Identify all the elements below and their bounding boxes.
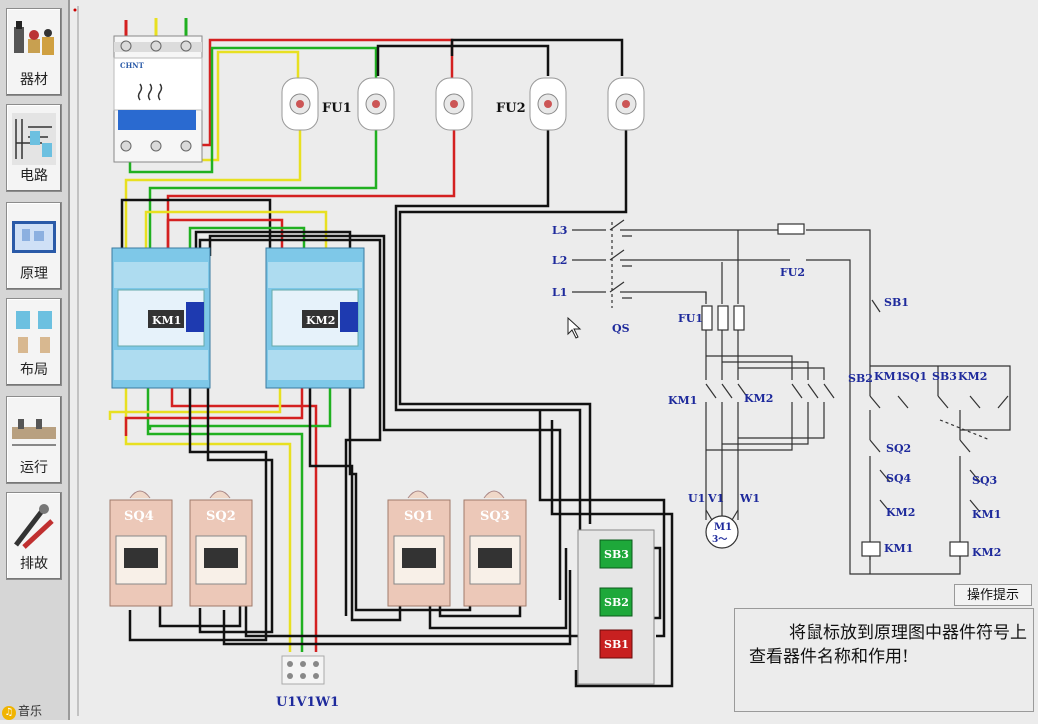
- fu2-label: FU2: [496, 101, 526, 116]
- fuse-2b: [607, 77, 645, 131]
- contactor-km2[interactable]: KM2: [265, 247, 365, 389]
- sb2-label: SB2: [604, 596, 629, 609]
- terminal-u1-label[interactable]: U1: [688, 492, 705, 505]
- sb1-label: SB1: [604, 638, 629, 651]
- breaker-brand: CHNT: [120, 61, 145, 70]
- km1-interlock-label[interactable]: KM1: [972, 508, 1001, 521]
- motor-phase-label: 3～: [712, 535, 727, 545]
- sb3-label: SB3: [604, 548, 629, 561]
- sb3-symbol-label[interactable]: SB3: [932, 370, 957, 383]
- km1-label: KM1: [152, 314, 181, 327]
- sidebar-item-label: 原理: [20, 266, 48, 282]
- km1-symbol-label[interactable]: KM1: [668, 394, 697, 407]
- sidebar-item-label: 器材: [20, 72, 48, 88]
- fuse-1c: [435, 77, 473, 131]
- fuse-1a: [281, 77, 319, 131]
- sidebar-item-equipment[interactable]: 器材: [6, 8, 62, 96]
- motor-terminal-label: U1V1W1: [276, 695, 339, 710]
- fu2-symbol: [777, 223, 805, 235]
- km2-coil-label[interactable]: KM2: [972, 546, 1001, 559]
- qs-label[interactable]: QS: [612, 322, 630, 335]
- operation-tip-panel: 将鼠标放到原理图中器件符号上查看器件名称和作用!: [734, 608, 1034, 712]
- line-l2-label[interactable]: L2: [552, 254, 567, 267]
- music-toggle[interactable]: ♫ 音乐: [2, 702, 42, 720]
- sidebar-item-label: 排故: [20, 556, 48, 572]
- sidebar-item-label: 布局: [20, 362, 48, 378]
- button-sb3[interactable]: SB3: [599, 539, 633, 569]
- button-sb2[interactable]: SB2: [599, 587, 633, 617]
- line-l1-label[interactable]: L1: [552, 286, 567, 299]
- sidebar-item-circuit[interactable]: 电路: [6, 104, 62, 192]
- layout-icon: [16, 311, 52, 353]
- limit-switch-sq3[interactable]: SQ3: [463, 490, 527, 607]
- fu2-symbol-label[interactable]: FU2: [780, 266, 805, 279]
- km2-symbol-label[interactable]: KM2: [744, 392, 773, 405]
- fuse-1b: [357, 77, 395, 131]
- troubleshoot-icon: [14, 504, 54, 549]
- km1-aux-label[interactable]: KM1: [874, 370, 903, 383]
- button-station: SB3 SB2 SB1: [577, 529, 655, 685]
- operation-tip-button[interactable]: 操作提示: [954, 584, 1032, 606]
- sq3-symbol-label[interactable]: SQ3: [972, 474, 997, 487]
- sq1-symbol-label[interactable]: SQ1: [902, 370, 927, 383]
- operation-tip-text: 将鼠标放到原理图中器件符号上查看器件名称和作用!: [749, 623, 1027, 667]
- limit-switch-sq2[interactable]: SQ2: [189, 490, 253, 607]
- sidebar-item-label: 运行: [20, 460, 48, 476]
- sb2-symbol-label[interactable]: SB2: [848, 372, 873, 385]
- sq2-label: SQ2: [206, 509, 236, 524]
- limit-switch-sq1[interactable]: SQ1: [387, 490, 451, 607]
- music-note-icon: ♫: [2, 706, 16, 720]
- button-sb1[interactable]: SB1: [599, 629, 633, 659]
- sidebar-item-layout[interactable]: 布局: [6, 298, 62, 386]
- fu1-label: FU1: [322, 101, 352, 116]
- sq1-label: SQ1: [404, 509, 434, 524]
- sq3-label: SQ3: [480, 509, 510, 524]
- fu1-symbol-label[interactable]: FU1: [678, 312, 703, 325]
- km1-coil-label[interactable]: KM1: [884, 542, 913, 555]
- sidebar: 器材 电路 原理 布局 运行 排故 ♫ 音乐: [0, 0, 70, 720]
- limit-switch-sq4[interactable]: SQ4: [109, 490, 173, 607]
- sb1-symbol-label[interactable]: SB1: [884, 296, 909, 309]
- music-label: 音乐: [18, 704, 43, 718]
- motor-label[interactable]: M1: [714, 522, 732, 533]
- km2-label: KM2: [306, 314, 335, 327]
- equipment-icon: [14, 21, 54, 55]
- run-icon: [12, 419, 56, 446]
- contactor-km1[interactable]: KM1: [111, 247, 211, 389]
- fuse-2a: [529, 77, 567, 131]
- sidebar-item-label: 电路: [20, 168, 48, 184]
- sidebar-item-run[interactable]: 运行: [6, 396, 62, 484]
- schematic-icon: [12, 221, 56, 253]
- circuit-breaker[interactable]: CHNT: [113, 35, 203, 163]
- circuit-icon: [12, 113, 56, 165]
- sq4-symbol-label[interactable]: SQ4: [886, 472, 912, 485]
- terminal-w1-label[interactable]: W1: [739, 492, 760, 505]
- terminal-v1-label[interactable]: V1: [707, 492, 724, 505]
- km2-aux-label[interactable]: KM2: [958, 370, 987, 383]
- sidebar-item-schematic[interactable]: 原理: [6, 202, 62, 290]
- km2-interlock-label[interactable]: KM2: [886, 506, 915, 519]
- line-l3-label[interactable]: L3: [552, 224, 567, 237]
- sq2-symbol-label[interactable]: SQ2: [886, 442, 911, 455]
- sq4-label: SQ4: [124, 509, 154, 524]
- sidebar-item-troubleshoot[interactable]: 排故: [6, 492, 62, 580]
